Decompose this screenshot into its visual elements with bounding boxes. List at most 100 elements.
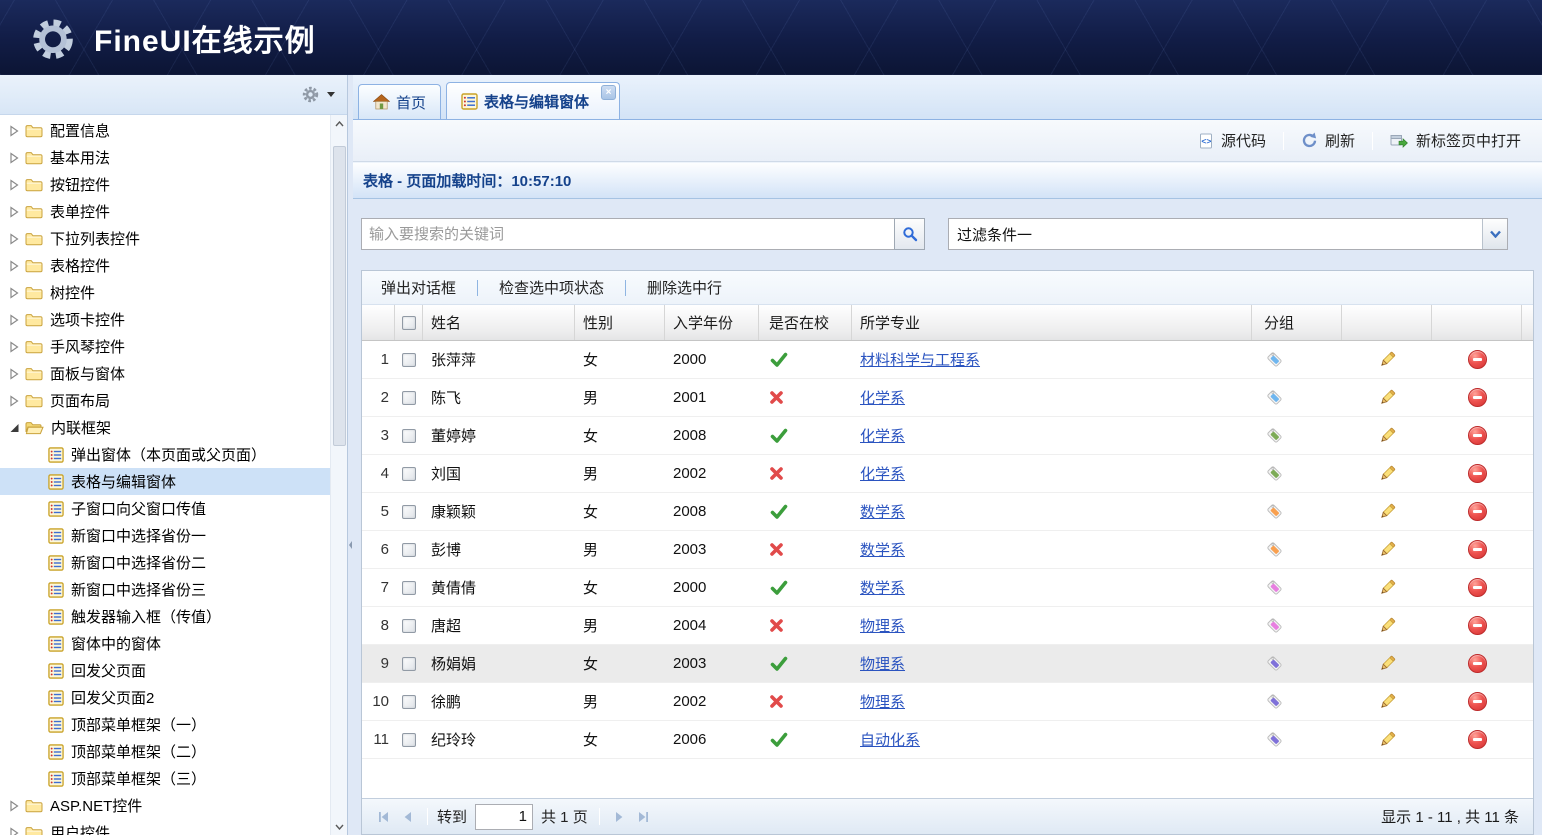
delete-icon[interactable] [1468,654,1487,673]
delete-icon[interactable] [1468,464,1487,483]
row-checkbox[interactable] [402,353,416,367]
expand-arrow-icon[interactable] [9,152,20,164]
open-new-tab-button[interactable]: 新标签页中打开 [1377,130,1534,151]
row-checkbox[interactable] [402,695,416,709]
sidebar-tree-item[interactable]: 回发父页面2 [0,684,330,711]
major-link[interactable]: 化学系 [860,387,905,408]
sidebar-tree-item[interactable]: 下拉列表控件 [0,225,330,252]
expand-arrow-icon[interactable] [9,287,20,299]
sidebar-tree-item[interactable]: ASP.NET控件 [0,792,330,819]
major-link[interactable]: 数学系 [860,577,905,598]
delete-icon[interactable] [1468,426,1487,445]
sidebar-tree-item[interactable]: 表格控件 [0,252,330,279]
edit-pencil-icon[interactable] [1378,388,1397,407]
edit-pencil-icon[interactable] [1378,730,1397,749]
row-checkbox[interactable] [402,467,416,481]
sidebar-tree-item[interactable]: 表格与编辑窗体 [0,468,330,495]
expand-arrow-icon[interactable] [9,233,20,245]
expand-arrow-icon[interactable] [9,395,20,407]
collapse-arrow-icon[interactable] [9,422,20,434]
edit-pencil-icon[interactable] [1378,692,1397,711]
row-checkbox[interactable] [402,543,416,557]
scrollbar-thumb[interactable] [333,146,346,446]
sidebar-tree-item[interactable]: 基本用法 [0,144,330,171]
delete-icon[interactable] [1468,578,1487,597]
next-page-button[interactable] [607,805,631,829]
sidebar-tree-item[interactable]: 顶部菜单框架（二） [0,738,330,765]
sidebar-tree-item[interactable]: 页面布局 [0,387,330,414]
header-major[interactable]: 所学专业 [852,305,1252,340]
row-checkbox[interactable] [402,619,416,633]
expand-arrow-icon[interactable] [9,260,20,272]
edit-pencil-icon[interactable] [1378,464,1397,483]
sidebar-tree-item[interactable]: 新窗口中选择省份二 [0,549,330,576]
delete-icon[interactable] [1468,388,1487,407]
sidebar-tree-item[interactable]: 顶部菜单框架（一） [0,711,330,738]
sidebar-tree-item[interactable]: 新窗口中选择省份三 [0,576,330,603]
delete-icon[interactable] [1468,616,1487,635]
sidebar-tree-item[interactable]: 窗体中的窗体 [0,630,330,657]
sidebar-splitter[interactable] [348,75,353,835]
header-year[interactable]: 入学年份 [665,305,759,340]
expand-arrow-icon[interactable] [9,179,20,191]
sidebar-tree-item[interactable]: 用户控件 [0,819,330,835]
expand-arrow-icon[interactable] [9,827,20,835]
edit-pencil-icon[interactable] [1378,502,1397,521]
expand-arrow-icon[interactable] [9,314,20,326]
row-checkbox[interactable] [402,733,416,747]
settings-gear-button[interactable] [301,85,335,104]
prev-page-button[interactable] [396,805,420,829]
edit-pencil-icon[interactable] [1378,578,1397,597]
header-gender[interactable]: 性别 [575,305,665,340]
search-button[interactable] [894,218,925,250]
sidebar-tree-item[interactable]: 回发父页面 [0,657,330,684]
delete-icon[interactable] [1468,540,1487,559]
row-checkbox[interactable] [402,581,416,595]
major-link[interactable]: 物理系 [860,691,905,712]
tab-grid-window[interactable]: 表格与编辑窗体 × [446,82,620,119]
tab-home[interactable]: 首页 [358,84,441,119]
row-checkbox[interactable] [402,391,416,405]
scroll-up-button[interactable] [331,115,347,132]
sidebar-tree-item[interactable]: 弹出窗体（本页面或父页面） [0,441,330,468]
delete-selected-button[interactable]: 删除选中行 [632,277,737,298]
expand-arrow-icon[interactable] [9,206,20,218]
sidebar-tree-item[interactable]: 内联框架 [0,414,330,441]
row-checkbox[interactable] [402,429,416,443]
major-link[interactable]: 自动化系 [860,729,920,750]
header-name[interactable]: 姓名 [423,305,575,340]
expand-arrow-icon[interactable] [9,800,20,812]
scroll-down-button[interactable] [331,818,347,835]
major-link[interactable]: 数学系 [860,539,905,560]
header-group[interactable]: 分组 [1252,305,1342,340]
dropdown-trigger-button[interactable] [1482,219,1507,249]
major-link[interactable]: 物理系 [860,653,905,674]
refresh-button[interactable]: 刷新 [1288,130,1368,151]
sidebar-tree-item[interactable]: 按钮控件 [0,171,330,198]
tab-close-icon[interactable]: × [601,85,616,100]
check-selection-button[interactable]: 检查选中项状态 [484,277,619,298]
delete-icon[interactable] [1468,350,1487,369]
select-all-checkbox[interactable] [402,316,416,330]
sidebar-tree-item[interactable]: 树控件 [0,279,330,306]
major-link[interactable]: 物理系 [860,615,905,636]
edit-pencil-icon[interactable] [1378,654,1397,673]
major-link[interactable]: 数学系 [860,501,905,522]
sidebar-tree-item[interactable]: 配置信息 [0,117,330,144]
edit-pencil-icon[interactable] [1378,616,1397,635]
filter-dropdown[interactable]: 过滤条件一 [948,218,1508,250]
sidebar-tree-item[interactable]: 新窗口中选择省份一 [0,522,330,549]
expand-arrow-icon[interactable] [9,368,20,380]
sidebar-tree-item[interactable]: 子窗口向父窗口传值 [0,495,330,522]
sidebar-tree-item[interactable]: 手风琴控件 [0,333,330,360]
sidebar-tree-item[interactable]: 触发器输入框（传值） [0,603,330,630]
source-code-button[interactable]: <> 源代码 [1185,130,1279,151]
last-page-button[interactable] [631,805,655,829]
scrollbar-track[interactable] [331,132,347,818]
expand-arrow-icon[interactable] [9,341,20,353]
header-enrolled[interactable]: 是否在校 [759,305,852,340]
sidebar-tree-item[interactable]: 面板与窗体 [0,360,330,387]
major-link[interactable]: 化学系 [860,463,905,484]
expand-arrow-icon[interactable] [9,125,20,137]
delete-icon[interactable] [1468,692,1487,711]
